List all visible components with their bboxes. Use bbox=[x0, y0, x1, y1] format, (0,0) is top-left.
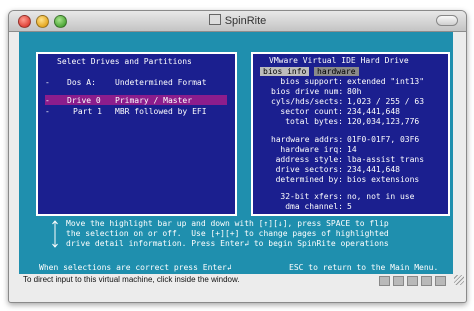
cd-drive-icon[interactable] bbox=[407, 276, 418, 286]
drive-row-detail: Primary / Master bbox=[115, 96, 193, 105]
document-icon bbox=[208, 14, 221, 25]
vm-window: SpinRite Select Drives and Partitions - … bbox=[8, 10, 467, 303]
resize-grip[interactable] bbox=[454, 275, 464, 285]
drive-panel-title: Select Drives and Partitions bbox=[57, 57, 192, 66]
field-label: cyls/hds/sects: bbox=[271, 97, 344, 106]
field-label: address style: bbox=[275, 155, 343, 164]
field-value: lba-assist trans bbox=[347, 155, 425, 164]
list-marker: - bbox=[45, 78, 50, 87]
instruction-line: Move the highlight bar up and down with … bbox=[66, 219, 389, 228]
field-value: 234,441,648 bbox=[347, 165, 400, 174]
field-label: sector count: bbox=[280, 107, 343, 116]
status-bar: To direct input to this virtual machine,… bbox=[9, 274, 466, 286]
field-value: no, not in use bbox=[347, 192, 415, 201]
list-marker: - bbox=[45, 96, 50, 105]
instruction-line: drive detail information. Press Enter↲ t… bbox=[66, 239, 389, 248]
escape-prompt: ESC to return to the Main Menu. bbox=[289, 263, 439, 272]
field-label: bios support: bbox=[280, 77, 343, 86]
network-icon[interactable] bbox=[379, 276, 390, 286]
drive-row-label[interactable]: Part 1 bbox=[73, 107, 102, 117]
field-label: total bytes: bbox=[285, 117, 343, 126]
field-value: extended "int13" bbox=[347, 77, 425, 86]
field-value: 1,023 / 255 / 63 bbox=[347, 97, 425, 106]
field-label: 32-bit xfers: bbox=[280, 192, 343, 201]
window-title: SpinRite bbox=[224, 15, 267, 27]
field-label: determined by: bbox=[275, 175, 343, 184]
field-value: 14 bbox=[347, 145, 357, 154]
usb-icon[interactable] bbox=[421, 276, 432, 286]
drive-detail-title: VMware Virtual IDE Hard Drive bbox=[269, 56, 409, 65]
tab-hardware[interactable]: hardware bbox=[314, 67, 359, 76]
sound-icon[interactable] bbox=[435, 276, 446, 286]
field-value: 234,441,648 bbox=[347, 107, 400, 116]
field-label: bios drive num: bbox=[271, 87, 344, 96]
title-bar[interactable]: SpinRite bbox=[9, 11, 466, 32]
drive-row-label[interactable]: Dos A: bbox=[67, 78, 96, 88]
disk-icon[interactable] bbox=[393, 276, 404, 286]
drive-row-detail: MBR followed by EFI bbox=[115, 107, 207, 116]
field-value: 5 bbox=[347, 202, 352, 211]
field-label: hardware addrs: bbox=[271, 135, 344, 144]
enter-prompt: When selections are correct press Enter↲ bbox=[39, 263, 232, 272]
field-value: 120,034,123,776 bbox=[347, 117, 420, 126]
toolbar-toggle-button[interactable] bbox=[436, 15, 458, 26]
drive-row-detail: Undetermined Format bbox=[115, 78, 207, 87]
field-value: 80h bbox=[347, 87, 362, 96]
field-label: drive sectors: bbox=[275, 165, 343, 174]
field-label: dma channel: bbox=[285, 202, 343, 211]
tab-bios-info[interactable]: bios info bbox=[260, 67, 310, 76]
instruction-line: the selection on or off. Use [+][+] to c… bbox=[66, 229, 389, 238]
up-down-arrow-icon bbox=[52, 220, 58, 248]
field-value: 01F0-01F7, 03F6 bbox=[347, 135, 420, 144]
drive-row-label[interactable]: Drive 0 bbox=[67, 96, 101, 106]
window-title-area: SpinRite bbox=[9, 14, 466, 27]
field-value: bios extensions bbox=[347, 175, 420, 184]
list-marker: - bbox=[45, 107, 50, 116]
status-text: To direct input to this virtual machine,… bbox=[23, 275, 240, 284]
drive-select-panel bbox=[36, 52, 237, 216]
field-label: hardware irq: bbox=[280, 145, 343, 154]
